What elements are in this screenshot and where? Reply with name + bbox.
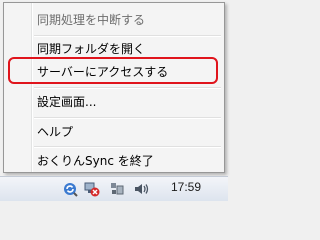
menu-item-open-sync-folder[interactable]: 同期フォルダを開く — [37, 39, 145, 59]
menu-separator — [34, 117, 221, 119]
menu-separator — [34, 146, 221, 148]
context-menu: 同期処理を中断する 同期フォルダを開く サーバーにアクセスする 設定画面... … — [3, 2, 225, 173]
menu-separator — [34, 35, 221, 37]
display-icon[interactable] — [109, 181, 125, 197]
menu-item-pause-sync: 同期処理を中断する — [37, 13, 146, 27]
menu-item-exit-app[interactable]: おくりんSync を終了 — [37, 151, 154, 171]
highlight-box — [8, 57, 218, 84]
network-error-icon[interactable] — [84, 181, 100, 197]
menu-separator — [34, 87, 221, 89]
volume-icon[interactable] — [133, 181, 149, 197]
menu-item-settings[interactable]: 設定画面... — [37, 92, 96, 112]
menu-item-help[interactable]: ヘルプ — [37, 122, 73, 142]
taskbar-clock[interactable]: 17:59 — [171, 180, 201, 194]
sync-app-icon[interactable] — [63, 181, 79, 197]
